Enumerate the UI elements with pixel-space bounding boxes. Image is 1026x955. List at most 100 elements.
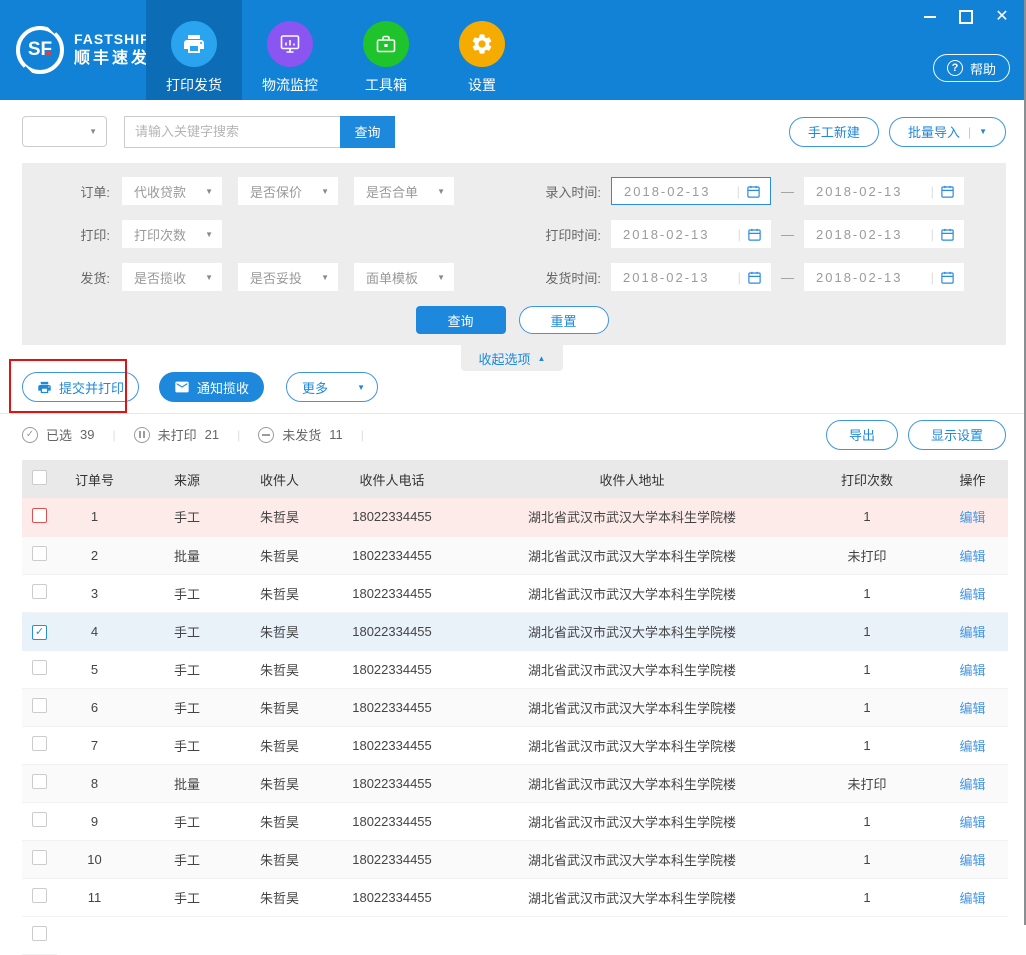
help-button[interactable]: ? 帮助 bbox=[933, 54, 1010, 82]
filter-reset-button[interactable]: 重置 bbox=[519, 306, 609, 334]
batch-import-button[interactable]: 批量导入 | ▼ bbox=[889, 117, 1006, 147]
row-checkbox[interactable] bbox=[32, 546, 47, 561]
row-checkbox[interactable] bbox=[32, 812, 47, 827]
ship-date-from[interactable]: 2018-02-13 | bbox=[611, 263, 771, 291]
row-checkbox[interactable] bbox=[32, 774, 47, 789]
row-checkbox[interactable] bbox=[32, 584, 47, 599]
phone-cell: 18022334455 bbox=[317, 802, 467, 840]
keyword-search-input[interactable] bbox=[124, 116, 340, 148]
submit-and-print-button[interactable]: 提交并打印 bbox=[22, 372, 139, 402]
maximize-button[interactable] bbox=[958, 10, 974, 24]
edit-link[interactable]: 编辑 bbox=[959, 701, 985, 716]
address-cell: 湖北省武汉市武汉大学本科生学院楼 bbox=[467, 536, 797, 574]
entry-date-to[interactable]: 2018-02-13 | bbox=[804, 177, 964, 205]
close-button[interactable]: ✕ bbox=[994, 10, 1010, 24]
nav-tab-toolbox[interactable]: 工具箱 bbox=[338, 0, 434, 100]
address-cell: 湖北省武汉市武汉大学本科生学院楼 bbox=[467, 764, 797, 802]
operation-cell: 编辑 bbox=[937, 536, 1008, 574]
print-count-select[interactable]: 打印次数▼ bbox=[122, 220, 222, 248]
address-cell: 湖北省武汉市武汉大学本科生学院楼 bbox=[467, 688, 797, 726]
batch-action-toolbar: 提交并打印 通知揽收 更多 ▼ bbox=[0, 371, 1024, 413]
edit-link[interactable]: 编辑 bbox=[959, 891, 985, 906]
recipient-cell: 朱哲昊 bbox=[242, 726, 317, 764]
ship-time-label: 发货时间: bbox=[545, 268, 601, 287]
row-checkbox[interactable] bbox=[32, 698, 47, 713]
pickup-select[interactable]: 是否揽收▼ bbox=[122, 263, 222, 291]
search-type-select[interactable]: ▼ bbox=[22, 116, 107, 147]
col-header-print-count: 打印次数 bbox=[797, 460, 937, 498]
row-checkbox[interactable] bbox=[32, 888, 47, 903]
divider: | bbox=[737, 184, 740, 199]
edit-link[interactable]: 编辑 bbox=[959, 739, 985, 754]
help-label: 帮助 bbox=[970, 59, 996, 78]
filter-query-button[interactable]: 查询 bbox=[416, 306, 506, 334]
operation-cell: 编辑 bbox=[937, 764, 1008, 802]
cod-select[interactable]: 代收贷款▼ bbox=[122, 177, 222, 205]
order-no-cell: 2 bbox=[57, 536, 132, 574]
ship-date-to[interactable]: 2018-02-13 | bbox=[804, 263, 964, 291]
col-header-phone: 收件人电话 bbox=[317, 460, 467, 498]
chevron-down-icon: ▼ bbox=[437, 273, 445, 282]
order-no-cell: 3 bbox=[57, 574, 132, 612]
entry-date-from[interactable]: 2018-02-13 | bbox=[611, 177, 771, 205]
edit-link[interactable]: 编辑 bbox=[959, 549, 985, 564]
print-date-from[interactable]: 2018-02-13 | bbox=[611, 220, 771, 248]
more-actions-dropdown[interactable]: 更多 ▼ bbox=[286, 372, 378, 402]
entry-time-label: 录入时间: bbox=[545, 182, 601, 201]
row-checkbox[interactable] bbox=[32, 926, 47, 941]
calendar-icon bbox=[747, 270, 762, 285]
minimize-button[interactable] bbox=[922, 10, 938, 24]
order-no-cell: 4 bbox=[57, 612, 132, 650]
row-checkbox[interactable] bbox=[32, 508, 47, 523]
recipient-cell: 朱哲昊 bbox=[242, 650, 317, 688]
col-header-source: 来源 bbox=[132, 460, 242, 498]
notify-pickup-button[interactable]: 通知揽收 bbox=[159, 372, 264, 402]
edit-link[interactable]: 编辑 bbox=[959, 663, 985, 678]
search-query-button[interactable]: 查询 bbox=[340, 116, 395, 148]
nav-tab-print-ship[interactable]: 打印发货 bbox=[146, 0, 242, 100]
source-cell: 手工 bbox=[132, 688, 242, 726]
edit-link[interactable]: 编辑 bbox=[959, 510, 985, 525]
edit-link[interactable]: 编辑 bbox=[959, 777, 985, 792]
filter-label-print: 打印: bbox=[60, 225, 110, 244]
insured-select[interactable]: 是否保价▼ bbox=[238, 177, 338, 205]
recipient-cell: 朱哲昊 bbox=[242, 802, 317, 840]
row-checkbox[interactable] bbox=[32, 660, 47, 675]
col-header-recipient: 收件人 bbox=[242, 460, 317, 498]
unprinted-count-value: 21 bbox=[205, 427, 219, 442]
export-button[interactable]: 导出 bbox=[826, 420, 898, 450]
phone-cell: 18022334455 bbox=[317, 840, 467, 878]
divider: | bbox=[738, 270, 741, 285]
recipient-cell: 朱哲昊 bbox=[242, 840, 317, 878]
table-row: 11手工朱哲昊18022334455湖北省武汉市武汉大学本科生学院楼1编辑 bbox=[22, 878, 1008, 916]
nav-tab-settings[interactable]: 设置 bbox=[434, 0, 530, 100]
nav-tab-logistics-monitor[interactable]: 物流监控 bbox=[242, 0, 338, 100]
filter-label-ship: 发货: bbox=[60, 268, 110, 287]
merged-order-select[interactable]: 是否合单▼ bbox=[354, 177, 454, 205]
row-checkbox[interactable]: ✓ bbox=[32, 625, 47, 640]
edit-link[interactable]: 编辑 bbox=[959, 587, 985, 602]
select-all-checkbox[interactable] bbox=[32, 470, 47, 485]
display-settings-button[interactable]: 显示设置 bbox=[908, 420, 1006, 450]
app-header: ✕ SF FASTSHIP 顺丰速发 打印发货 bbox=[0, 0, 1024, 100]
manual-create-button[interactable]: 手工新建 bbox=[789, 117, 879, 147]
divider: | bbox=[968, 125, 971, 139]
recipient-cell: 朱哲昊 bbox=[242, 574, 317, 612]
print-date-to[interactable]: 2018-02-13 | bbox=[804, 220, 964, 248]
edit-link[interactable]: 编辑 bbox=[959, 815, 985, 830]
row-checkbox[interactable] bbox=[32, 850, 47, 865]
edit-link[interactable]: 编辑 bbox=[959, 853, 985, 868]
check-circle-icon bbox=[22, 427, 38, 443]
table-row: 3手工朱哲昊18022334455湖北省武汉市武汉大学本科生学院楼1编辑 bbox=[22, 574, 1008, 612]
table-row: 9手工朱哲昊18022334455湖北省武汉市武汉大学本科生学院楼1编辑 bbox=[22, 802, 1008, 840]
gear-icon bbox=[459, 21, 505, 67]
delivered-select[interactable]: 是否妥投▼ bbox=[238, 263, 338, 291]
unshipped-count-value: 11 bbox=[329, 427, 343, 442]
selected-count-value: 39 bbox=[80, 427, 94, 442]
row-checkbox[interactable] bbox=[32, 736, 47, 751]
edit-link[interactable]: 编辑 bbox=[959, 625, 985, 640]
operation-cell: 编辑 bbox=[937, 726, 1008, 764]
recipient-cell: 朱哲昊 bbox=[242, 878, 317, 916]
waybill-template-select[interactable]: 面单模板▼ bbox=[354, 263, 454, 291]
collapse-options-toggle[interactable]: 收起选项 ▲ bbox=[461, 345, 564, 371]
